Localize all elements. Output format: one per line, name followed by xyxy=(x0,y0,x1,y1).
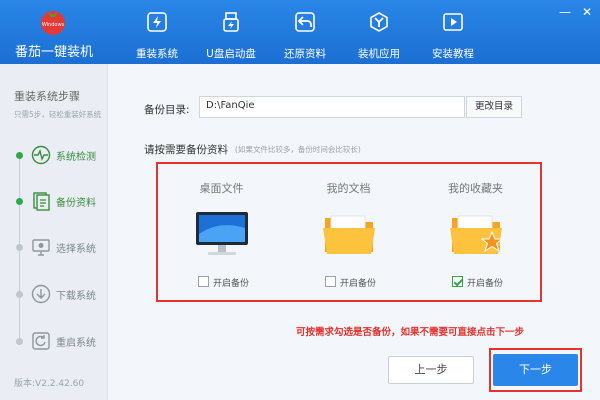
option-title: 我的收藏夹 xyxy=(448,182,503,195)
window-controls: — ✕ xyxy=(558,5,594,19)
nav-restore-data[interactable]: 还原资料 xyxy=(268,0,342,64)
lightning-icon xyxy=(147,12,167,32)
instruction-note: 可按需求勾选是否备份，如果不需要可直接点击下一步 xyxy=(296,327,525,338)
previous-step-button[interactable]: 上一步 xyxy=(388,356,474,384)
main-nav: 重装系统 U盘启动盘 还原资料 装机应用 安装教程 xyxy=(120,0,490,64)
option-favorites: 我的收藏夹 开启备份 xyxy=(412,164,539,300)
nav-usb-boot[interactable]: U盘启动盘 xyxy=(194,0,268,64)
star-folder-icon xyxy=(450,215,504,254)
backup-checkbox[interactable] xyxy=(325,276,336,287)
step-label: 选择系统 xyxy=(56,244,96,255)
sidebar: 重装系统步骤 只需5步，轻松重装好系统 系统检测 备份资料 选择系统 下载系统 … xyxy=(0,64,108,400)
desktop-monitor-icon xyxy=(196,212,248,255)
step-restart-system: 重启系统 xyxy=(0,330,108,352)
sidebar-subtitle: 只需5步，轻松重装好系统 xyxy=(14,110,102,119)
step-label: 备份资料 xyxy=(56,198,96,209)
option-title: 桌面文件 xyxy=(199,182,244,195)
step-label: 重启系统 xyxy=(56,338,96,349)
next-step-button[interactable]: 下一步 xyxy=(493,354,578,386)
select-hint: (如果文件比较多，备份时间会比较长) xyxy=(235,145,361,154)
backup-dir-field[interactable]: D:\FanQie xyxy=(199,96,465,118)
checkbox-label: 开启备份 xyxy=(213,279,250,289)
nav-label: 还原资料 xyxy=(284,48,326,60)
nav-label: 安装教程 xyxy=(432,48,474,60)
tomato-logo-icon: Windows xyxy=(41,11,65,35)
option-my-documents: 我的文档 开启备份 xyxy=(285,164,412,300)
backup-checkbox[interactable] xyxy=(198,276,209,287)
minimize-button[interactable]: — xyxy=(558,5,572,19)
nav-label: 装机应用 xyxy=(358,48,400,60)
restart-icon xyxy=(32,332,50,350)
step-select-system: 选择系统 xyxy=(0,236,108,258)
step-system-check: 系统检测 xyxy=(0,144,108,166)
step-dot xyxy=(16,152,23,159)
step-dot xyxy=(16,244,23,251)
app-title: 番茄一键装机 xyxy=(14,45,93,60)
option-title: 我的文档 xyxy=(326,182,371,195)
checkbox-label: 开启备份 xyxy=(467,279,504,289)
step-dot xyxy=(16,198,23,205)
nav-label: 重装系统 xyxy=(136,48,178,60)
pulse-icon xyxy=(31,145,51,165)
step-download-system: 下载系统 xyxy=(0,283,108,305)
option-desktop-files: 桌面文件 开启备份 xyxy=(158,164,285,300)
document-icon xyxy=(33,192,50,211)
step-label: 下载系统 xyxy=(56,291,96,302)
close-button[interactable]: ✕ xyxy=(580,5,594,19)
backup-checkbox[interactable] xyxy=(452,276,463,287)
top-bar: Windows 番茄一键装机 重装系统 U盘启动盘 还原资料 装机应用 安装教程… xyxy=(0,0,600,64)
nav-tutorial[interactable]: 安装教程 xyxy=(416,0,490,64)
sidebar-title: 重装系统步骤 xyxy=(14,90,80,103)
backup-dir-label: 备份目录: xyxy=(144,104,190,116)
folder-icon xyxy=(323,215,375,254)
backup-options: 桌面文件 开启备份 我的文档 开启备份 我的收藏夹 开启备份 xyxy=(158,164,540,300)
version-label: 版本:V2.2.42.60 xyxy=(14,379,85,389)
step-backup-data: 备份资料 xyxy=(0,190,108,212)
select-title: 请按需要备份资料 xyxy=(144,144,228,156)
change-dir-button[interactable]: 更改目录 xyxy=(466,96,522,118)
nav-reinstall-system[interactable]: 重装系统 xyxy=(120,0,194,64)
step-dot xyxy=(16,338,23,345)
usb-icon xyxy=(223,12,239,32)
nav-install-apps[interactable]: 装机应用 xyxy=(342,0,416,64)
svg-text:Windows: Windows xyxy=(42,22,65,28)
nav-label: U盘启动盘 xyxy=(206,48,256,60)
main-panel: 备份目录: D:\FanQie 更改目录 请按需要备份资料 (如果文件比较多，备… xyxy=(108,64,600,400)
checkbox-label: 开启备份 xyxy=(340,279,377,289)
monitor-icon xyxy=(32,239,50,256)
play-icon xyxy=(443,13,463,31)
restore-icon xyxy=(295,12,315,32)
download-icon xyxy=(31,284,51,304)
apps-icon xyxy=(370,12,388,32)
step-dot xyxy=(16,291,23,298)
step-label: 系统检测 xyxy=(56,152,96,163)
